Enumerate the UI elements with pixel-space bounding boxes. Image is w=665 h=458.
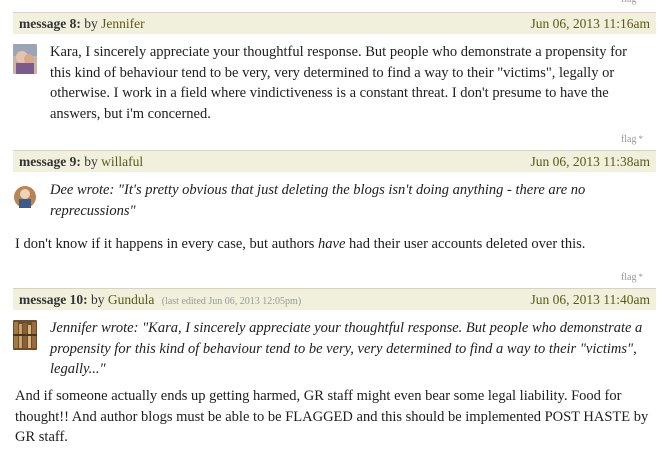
avatar-image <box>13 182 37 212</box>
by-label: by <box>84 154 98 169</box>
message-number: message 10: <box>19 292 88 307</box>
flag-link[interactable]: flag* <box>621 0 643 5</box>
by-label: by <box>90 292 105 307</box>
author-link[interactable]: Jennifer <box>101 16 144 31</box>
last-edited-note: (last edited Jun 06, 2013 12:05pm) <box>161 296 302 307</box>
avatar[interactable] <box>13 320 37 350</box>
message-number: message 8: <box>19 16 81 31</box>
author-link[interactable]: Gundula <box>108 292 155 307</box>
message-number: message 9: <box>19 154 81 169</box>
message-date-link[interactable]: Jun 06, 2013 11:16am <box>531 16 651 32</box>
avatar-image <box>13 44 37 74</box>
flag-link[interactable]: flag* <box>621 272 643 283</box>
message-header: message 9: by willaful Jun 06, 2013 11:3… <box>13 150 656 172</box>
quoted-text: Dee wrote: "It's pretty obvious that jus… <box>50 182 586 219</box>
message-date-link[interactable]: Jun 06, 2013 11:38am <box>531 154 651 170</box>
flag-link[interactable]: flag* <box>621 134 643 145</box>
quoted-text: Jennifer wrote: "Kara, I sincerely appre… <box>50 320 643 377</box>
by-label: by <box>84 16 98 31</box>
avatar-image <box>13 320 37 350</box>
author-link[interactable]: willaful <box>101 154 143 169</box>
avatar[interactable] <box>13 182 37 212</box>
message-header: message 8: by Jennifer Jun 06, 2013 11:1… <box>13 12 656 34</box>
avatar[interactable] <box>13 44 37 74</box>
message-header: message 10: by Gundula (last edited Jun … <box>13 288 656 310</box>
message-body: I don't know if it happens in every case… <box>15 236 586 252</box>
message-body: And if someone actually ends up getting … <box>15 388 649 445</box>
message-date-link[interactable]: Jun 06, 2013 11:40am <box>531 292 651 308</box>
message-body: Kara, I sincerely appreciate your though… <box>50 44 627 122</box>
